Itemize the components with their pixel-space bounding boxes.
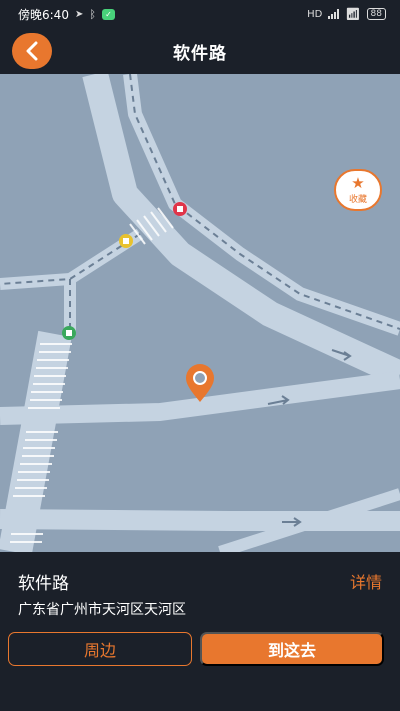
bluetooth-icon: ᛒ (89, 7, 96, 21)
status-left: 傍晚6:40 ➤ ᛒ ✓ (18, 6, 115, 23)
place-info-panel: 软件路 详情 广东省广州市天河区天河区 周边 到这去 (0, 552, 400, 711)
chevron-left-icon (26, 41, 38, 61)
favorite-button[interactable]: ★ 收藏 (334, 169, 382, 211)
battery-level: 88 (366, 8, 386, 20)
star-icon: ★ (351, 173, 365, 192)
place-address: 广东省广州市天河区天河区 (18, 602, 186, 618)
wifi-icon: 📶︎ (345, 7, 361, 21)
bus-stop-green[interactable] (62, 326, 76, 340)
bus-stop-red[interactable] (173, 202, 187, 216)
favorite-label: 收藏 (348, 194, 367, 205)
bus-stop-yellow[interactable] (119, 234, 133, 248)
detail-link[interactable]: 详情 (350, 569, 382, 593)
status-time: 傍晚6:40 (18, 7, 69, 22)
place-name: 软件路 (18, 574, 69, 594)
location-arrow-icon: ➤ (74, 8, 84, 20)
map-roads (0, 74, 400, 552)
page-title: 软件路 (173, 43, 227, 64)
network-type: HD (307, 8, 323, 20)
back-button[interactable] (12, 33, 52, 69)
nearby-button[interactable]: 周边 (8, 632, 192, 666)
signal-icon (328, 9, 340, 19)
chat-app-icon: ✓ (101, 8, 115, 20)
status-bar: 傍晚6:40 ➤ ᛒ ✓ HD 📶︎ 88 (0, 0, 400, 28)
road-branch-left (0, 228, 144, 290)
map-view[interactable]: ★ 收藏 (0, 74, 400, 552)
header: 软件路 (0, 28, 400, 74)
navigate-button[interactable]: 到这去 (200, 632, 384, 666)
status-right: HD 📶︎ 88 (307, 7, 386, 21)
